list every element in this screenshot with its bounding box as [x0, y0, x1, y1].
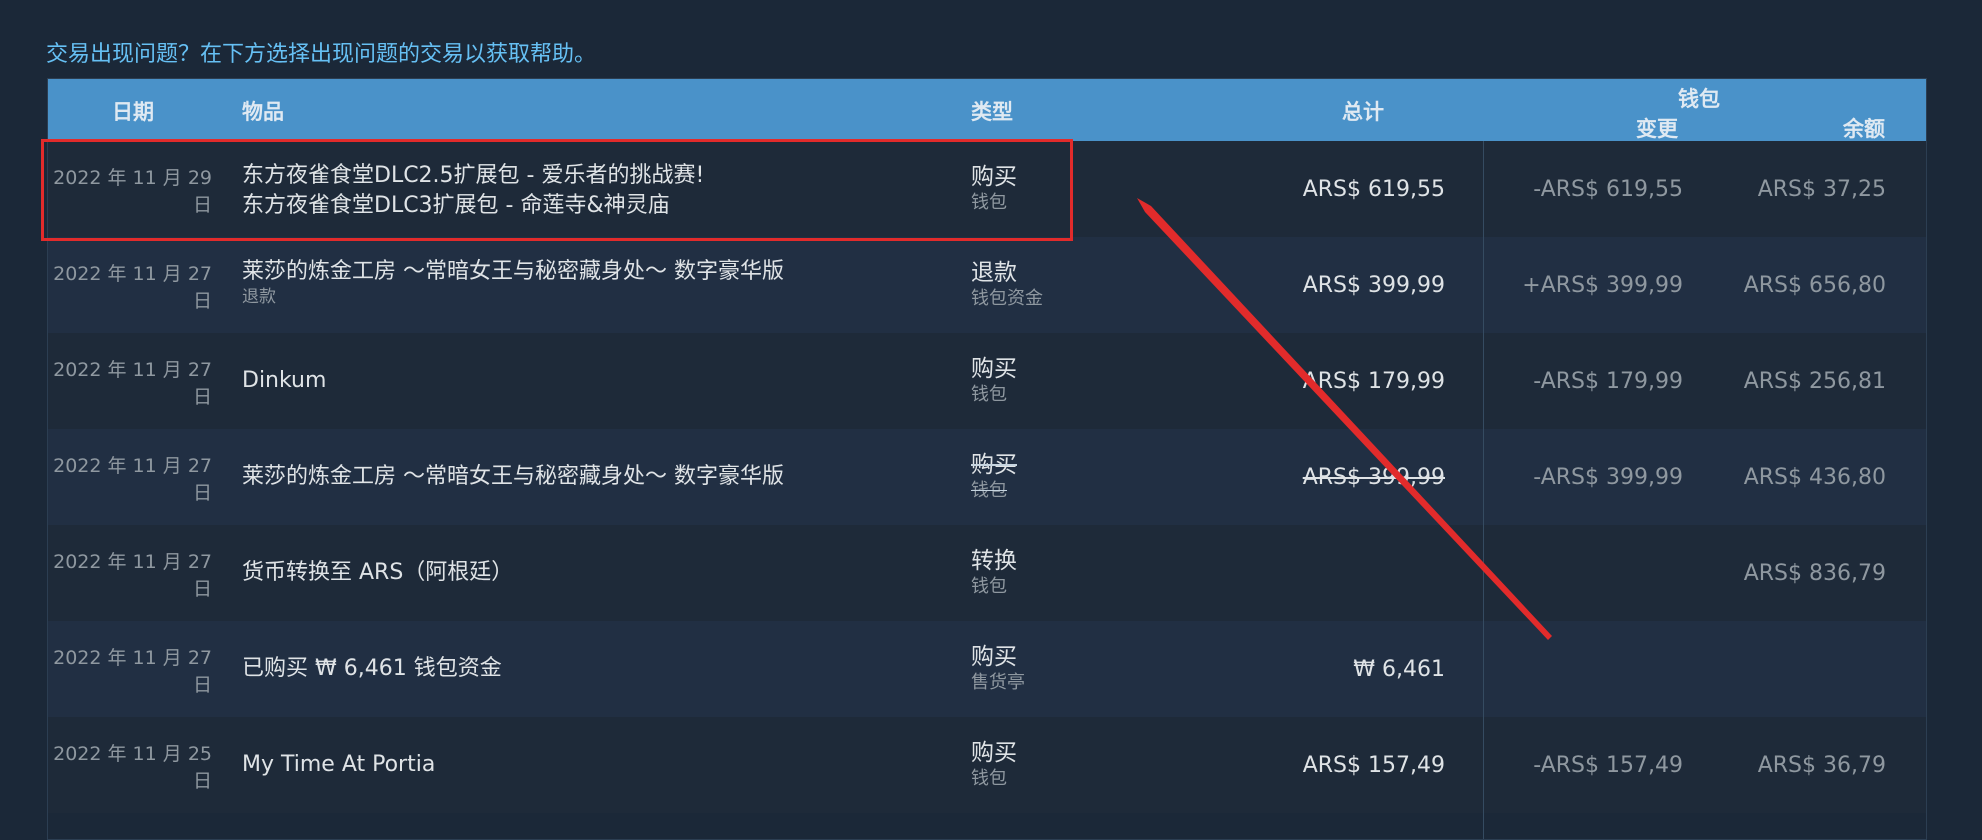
row-wallet-change: -ARS$ 157,49: [1533, 753, 1683, 778]
row-wallet-balance: ARS$ 656,80: [1743, 273, 1886, 298]
row-total: ARS$ 157,49: [1302, 753, 1445, 778]
row-wallet-balance: ARS$ 256,81: [1743, 369, 1886, 394]
wallet-column-divider: [1483, 141, 1484, 839]
row-item: 东方夜雀食堂DLC2.5扩展包 - 爱乐者的挑战赛! 东方夜雀食堂DLC3扩展包…: [242, 161, 704, 221]
row-type: 转换 钱包: [971, 548, 1017, 597]
item-name: 莱莎的炼金工房 ～常暗女王与秘密藏身处～ 数字豪华版: [242, 259, 784, 284]
row-type: 购买 售货亭: [971, 644, 1025, 693]
row-item: 莱莎的炼金工房 ～常暗女王与秘密藏身处～ 数字豪华版: [242, 462, 784, 492]
row-wallet-change: +ARS$ 399,99: [1522, 273, 1683, 298]
header-total: 总计: [1342, 100, 1384, 124]
table-row[interactable]: 2022 年 11 月 27 日 莱莎的炼金工房 ～常暗女王与秘密藏身处～ 数字豪…: [48, 237, 1926, 333]
header-type: 类型: [971, 100, 1013, 124]
table-row[interactable]: 2022 年 11 月 27 日 已购买 ₩ 6,461 钱包资金 购买 售货亭 …: [48, 621, 1926, 717]
row-total: ARS$ 179,99: [1302, 369, 1445, 394]
row-date: 2022 年 11 月 29 日: [53, 167, 212, 216]
header-wallet-balance: 余额: [1843, 117, 1885, 141]
row-type: 购买 钱包: [971, 452, 1017, 501]
row-total: ARS$ 399,99: [1302, 465, 1445, 490]
row-wallet-change: -ARS$ 179,99: [1533, 369, 1683, 394]
header-items: 物品: [242, 100, 284, 124]
header-date: 日期: [112, 100, 154, 124]
table-row[interactable]: 2022 年 11 月 27 日 货币转换至 ARS（阿根廷） 转换 钱包 ARS…: [48, 525, 1926, 621]
header-wallet-change: 变更: [1636, 117, 1678, 141]
purchase-history-table: 日期 物品 类型 总计 钱包 变更 余额 2022 年 11 月 29 日 东方夜…: [47, 78, 1927, 840]
item-name: 东方夜雀食堂DLC2.5扩展包 - 爱乐者的挑战赛!: [242, 163, 705, 188]
item-name: 已购买 ₩ 6,461 钱包资金: [242, 656, 502, 681]
row-item: My Time At Portia: [242, 750, 435, 780]
row-wallet-change: -ARS$ 399,99: [1533, 465, 1683, 490]
row-item: Dinkum: [242, 366, 326, 396]
row-item: 货币转换至 ARS（阿根廷）: [242, 558, 513, 588]
row-total: ARS$ 619,55: [1302, 177, 1445, 202]
row-wallet-balance: ARS$ 37,25: [1757, 177, 1886, 202]
row-total: ₩ 6,461: [1353, 657, 1445, 682]
item-name: Dinkum: [242, 368, 327, 393]
row-date: 2022 年 11 月 27 日: [53, 455, 212, 504]
table-row[interactable]: 2022 年 11 月 25 日 My Time At Portia 购买 钱包 …: [48, 717, 1926, 813]
table-row[interactable]: 2022 年 11 月 27 日 莱莎的炼金工房 ～常暗女王与秘密藏身处～ 数字豪…: [48, 429, 1926, 525]
row-date: 2022 年 11 月 27 日: [53, 551, 212, 600]
row-date: 2022 年 11 月 25 日: [53, 743, 212, 792]
row-item: 莱莎的炼金工房 ～常暗女王与秘密藏身处～ 数字豪华版 退款: [242, 257, 784, 307]
row-wallet-change: -ARS$ 619,55: [1533, 177, 1683, 202]
row-wallet-balance: ARS$ 836,79: [1743, 561, 1886, 586]
row-wallet-balance: ARS$ 436,80: [1743, 465, 1886, 490]
row-type: 购买 钱包: [971, 356, 1017, 405]
item-name: 东方夜雀食堂DLC3扩展包 - 命莲寺&神灵庙: [242, 193, 670, 218]
table-row[interactable]: 2022 年 11 月 29 日 东方夜雀食堂DLC2.5扩展包 - 爱乐者的挑战…: [48, 141, 1926, 237]
row-wallet-balance: ARS$ 36,79: [1757, 753, 1886, 778]
header-wallet: 钱包: [1678, 87, 1720, 111]
item-name: My Time At Portia: [242, 752, 436, 777]
row-type: 购买 钱包: [971, 740, 1017, 789]
item-sub-label: 退款: [242, 287, 276, 307]
item-name: 货币转换至 ARS（阿根廷）: [242, 560, 514, 585]
row-date: 2022 年 11 月 27 日: [53, 359, 212, 408]
row-type: 购买 钱包: [971, 164, 1017, 213]
row-total: ARS$ 399,99: [1302, 273, 1445, 298]
table-row[interactable]: 2022 年 11 月 27 日 Dinkum 购买 钱包 ARS$ 179,99…: [48, 333, 1926, 429]
item-name: 莱莎的炼金工房 ～常暗女王与秘密藏身处～ 数字豪华版: [242, 464, 784, 489]
transaction-help-link[interactable]: 交易出现问题？在下方选择出现问题的交易以获取帮助。: [46, 36, 596, 68]
table-header: 日期 物品 类型 总计 钱包 变更 余额: [48, 79, 1926, 141]
row-date: 2022 年 11 月 27 日: [53, 647, 212, 696]
row-type: 退款 钱包资金: [971, 260, 1043, 309]
row-item: 已购买 ₩ 6,461 钱包资金: [242, 654, 502, 684]
row-date: 2022 年 11 月 27 日: [53, 263, 212, 312]
